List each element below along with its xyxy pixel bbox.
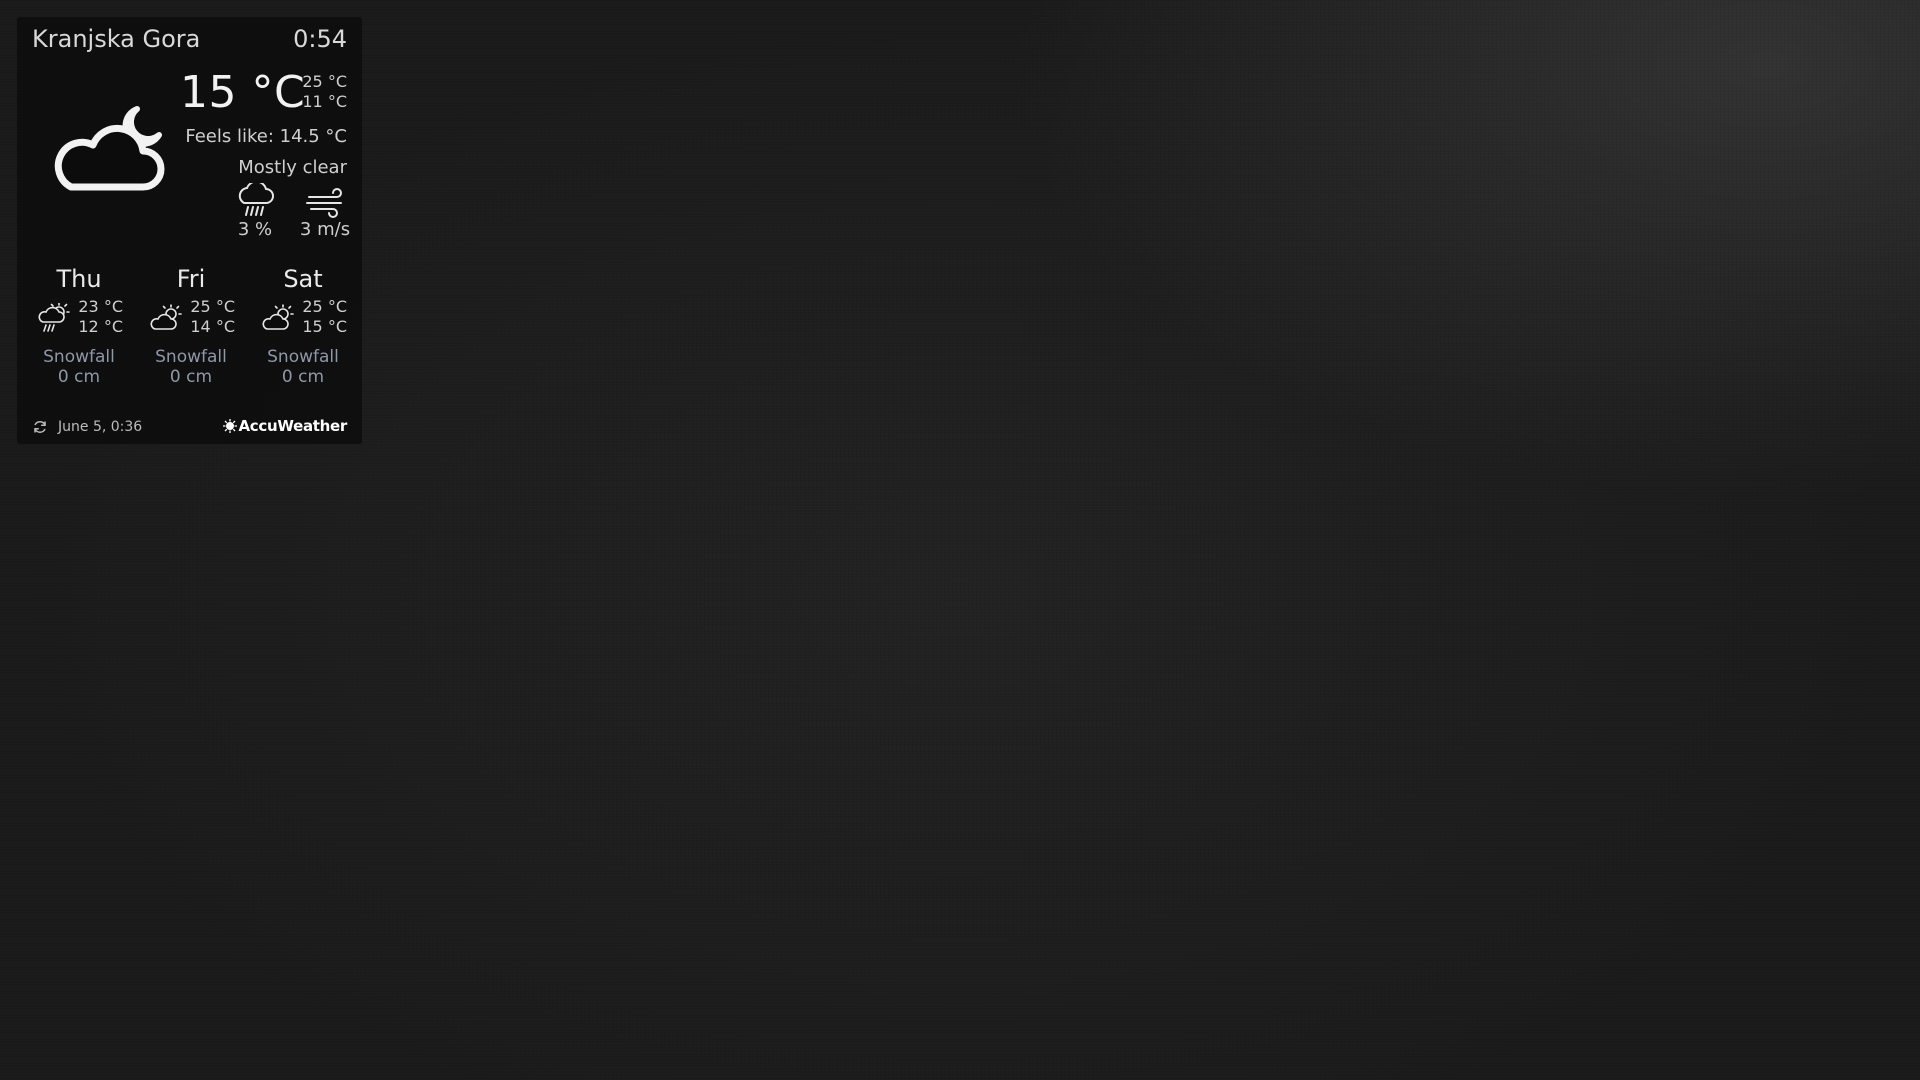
forecast-high-low: 23 °C 12 °C <box>78 297 123 337</box>
forecast-day-fri: Fri 25 °C 14 °C Snowfall 0 cm <box>135 265 247 387</box>
snowfall-label: Snowfall <box>155 347 227 367</box>
sun-cloud-icon <box>262 304 294 330</box>
forecast-high: 23 °C <box>78 297 123 316</box>
current-temperature: 15 °C <box>180 67 306 118</box>
weather-widget: Kranjska Gora 0:54 15 °C 25 °C 11 °C Fee… <box>17 17 362 444</box>
forecast-low: 14 °C <box>190 317 235 336</box>
wind-value: 3 m/s <box>299 219 351 240</box>
current-high-low: 25 °C 11 °C <box>302 72 347 112</box>
forecast-low: 12 °C <box>78 317 123 336</box>
cloud-moon-icon <box>54 106 165 191</box>
forecast-high: 25 °C <box>302 297 347 316</box>
rain-cloud-icon <box>238 183 274 216</box>
precipitation-value: 3 % <box>237 219 273 240</box>
location-name: Kranjska Gora <box>32 25 201 53</box>
sun-logo-icon <box>222 419 237 433</box>
forecast-snowfall: Snowfall 0 cm <box>23 347 135 387</box>
snowfall-value: 0 cm <box>281 367 325 387</box>
refresh-icon[interactable] <box>32 419 48 435</box>
feels-like: Feels like: 14.5 °C <box>185 126 347 147</box>
forecast-low: 15 °C <box>302 317 347 336</box>
snowfall-value: 0 cm <box>169 367 213 387</box>
last-updated: June 5, 0:36 <box>58 419 143 435</box>
snowfall-label: Snowfall <box>267 347 339 367</box>
forecast-day-name: Fri <box>176 265 206 293</box>
forecast-high-low: 25 °C 14 °C <box>190 297 235 337</box>
accuweather-logo[interactable]: AccuWeather <box>222 417 348 435</box>
brand-name: AccuWeather <box>238 417 348 435</box>
forecast-high-low: 25 °C 15 °C <box>302 297 347 337</box>
current-condition: Mostly clear <box>238 157 347 178</box>
forecast-high: 25 °C <box>190 297 235 316</box>
current-high: 25 °C <box>302 72 347 91</box>
snowfall-label: Snowfall <box>43 347 115 367</box>
forecast-day-thu: Thu 23 °C 12 °C Snowfall 0 cm <box>23 265 135 387</box>
forecast-day-sat: Sat 25 °C 15 °C Snowfall 0 cm <box>247 265 359 387</box>
forecast-snowfall: Snowfall 0 cm <box>247 347 359 387</box>
wind: 3 m/s <box>295 183 355 240</box>
precipitation: 3 % <box>230 183 280 240</box>
forecast-snowfall: Snowfall 0 cm <box>135 347 247 387</box>
forecast-day-name: Thu <box>56 265 102 293</box>
widget-footer: June 5, 0:36 AccuWeather <box>32 417 347 437</box>
current-time: 0:54 <box>293 25 347 53</box>
sun-cloud-icon <box>150 304 182 330</box>
current-low: 11 °C <box>302 92 347 111</box>
forecast-day-name: Sat <box>283 265 323 293</box>
sun-rain-cloud-icon <box>38 303 70 332</box>
wind-icon <box>306 188 342 218</box>
snowfall-value: 0 cm <box>57 367 101 387</box>
